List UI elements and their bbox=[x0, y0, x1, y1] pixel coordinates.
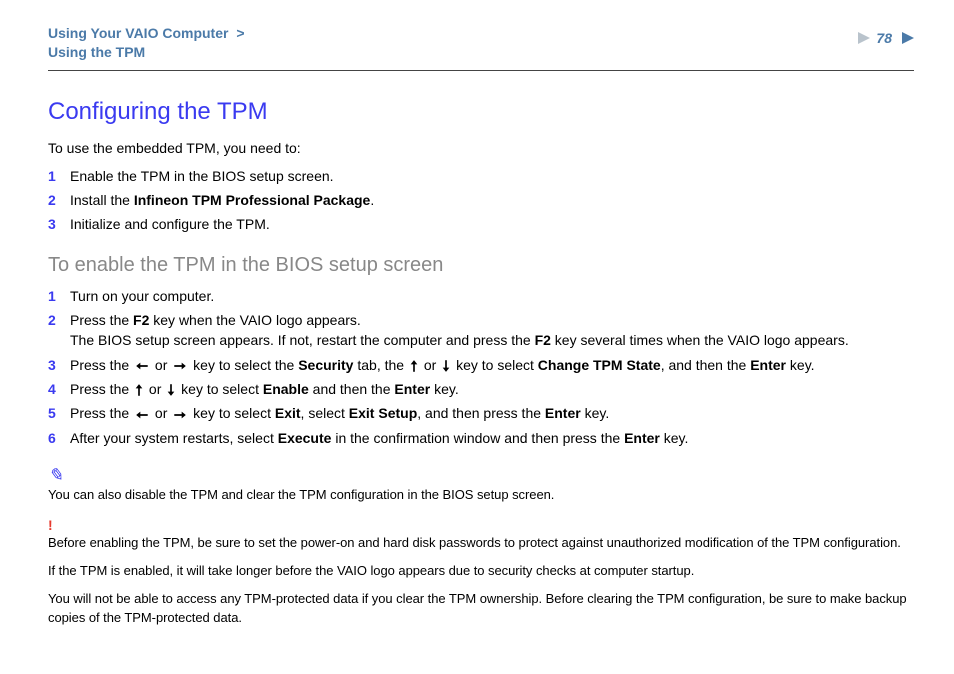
step-item: 2Install the Infineon TPM Professional P… bbox=[48, 190, 914, 210]
page: Using Your VAIO Computer > Using the TPM… bbox=[0, 0, 954, 674]
subsection-title: To enable the TPM in the BIOS setup scre… bbox=[48, 251, 914, 280]
step-number: 6 bbox=[48, 428, 70, 448]
page-header: Using Your VAIO Computer > Using the TPM… bbox=[48, 24, 914, 71]
breadcrumb: Using Your VAIO Computer > Using the TPM bbox=[48, 24, 249, 62]
step-text: Press the F2 key when the VAIO logo appe… bbox=[70, 310, 914, 351]
step-item: 5Press the or key to select Exit, select… bbox=[48, 403, 914, 423]
pencil-note-icon: ✎ bbox=[48, 466, 914, 484]
step-item: 1Turn on your computer. bbox=[48, 286, 914, 306]
arrow-down-icon bbox=[441, 359, 451, 373]
note-text: Before enabling the TPM, be sure to set … bbox=[48, 534, 914, 552]
step-number: 2 bbox=[48, 190, 70, 210]
step-number: 4 bbox=[48, 379, 70, 399]
arrow-up-icon bbox=[134, 383, 144, 397]
step-text: Press the or key to select Enable and th… bbox=[70, 379, 914, 399]
step-number: 1 bbox=[48, 166, 70, 186]
note-text: You will not be able to access any TPM-p… bbox=[48, 590, 914, 626]
breadcrumb-chapter: Using Your VAIO Computer bbox=[48, 25, 228, 41]
step-text: Enable the TPM in the BIOS setup screen. bbox=[70, 166, 914, 186]
steps-list-a: 1Enable the TPM in the BIOS setup screen… bbox=[48, 166, 914, 235]
next-page-button[interactable] bbox=[898, 32, 914, 44]
step-item: 6After your system restarts, select Exec… bbox=[48, 428, 914, 448]
step-text: Press the or key to select the Security … bbox=[70, 355, 914, 375]
page-number: 78 bbox=[876, 30, 892, 46]
step-text: After your system restarts, select Execu… bbox=[70, 428, 914, 448]
step-number: 3 bbox=[48, 214, 70, 234]
prev-page-button[interactable] bbox=[854, 32, 870, 44]
arrow-right-icon bbox=[172, 410, 188, 420]
step-number: 3 bbox=[48, 355, 70, 375]
step-item: 4Press the or key to select Enable and t… bbox=[48, 379, 914, 399]
step-item: 3Initialize and configure the TPM. bbox=[48, 214, 914, 234]
step-number: 2 bbox=[48, 310, 70, 330]
step-text: Initialize and configure the TPM. bbox=[70, 214, 914, 234]
step-number: 1 bbox=[48, 286, 70, 306]
warning-note-icon: ! bbox=[48, 518, 914, 532]
page-nav: 78 bbox=[854, 24, 914, 46]
note-text: If the TPM is enabled, it will take long… bbox=[48, 562, 914, 580]
arrow-right-icon bbox=[172, 361, 188, 371]
note-text: You can also disable the TPM and clear t… bbox=[48, 486, 914, 504]
arrow-left-icon bbox=[134, 410, 150, 420]
page-content: Configuring the TPM To use the embedded … bbox=[48, 95, 914, 627]
step-item: 3Press the or key to select the Security… bbox=[48, 355, 914, 375]
arrow-down-icon bbox=[166, 383, 176, 397]
notes-section: ✎ You can also disable the TPM and clear … bbox=[48, 466, 914, 627]
step-item: 2Press the F2 key when the VAIO logo app… bbox=[48, 310, 914, 351]
step-item: 1Enable the TPM in the BIOS setup screen… bbox=[48, 166, 914, 186]
note: ! Before enabling the TPM, be sure to set… bbox=[48, 518, 914, 627]
breadcrumb-separator: > bbox=[236, 25, 244, 41]
arrow-up-icon bbox=[409, 359, 419, 373]
breadcrumb-section: Using the TPM bbox=[48, 44, 145, 60]
step-text: Turn on your computer. bbox=[70, 286, 914, 306]
note: ✎ You can also disable the TPM and clear … bbox=[48, 466, 914, 504]
step-number: 5 bbox=[48, 403, 70, 423]
steps-list-b: 1Turn on your computer.2Press the F2 key… bbox=[48, 286, 914, 448]
section-title: Configuring the TPM bbox=[48, 95, 914, 130]
step-text: Press the or key to select Exit, select … bbox=[70, 403, 914, 423]
step-text: Install the Infineon TPM Professional Pa… bbox=[70, 190, 914, 210]
arrow-left-icon bbox=[134, 361, 150, 371]
intro-paragraph: To use the embedded TPM, you need to: bbox=[48, 138, 914, 158]
